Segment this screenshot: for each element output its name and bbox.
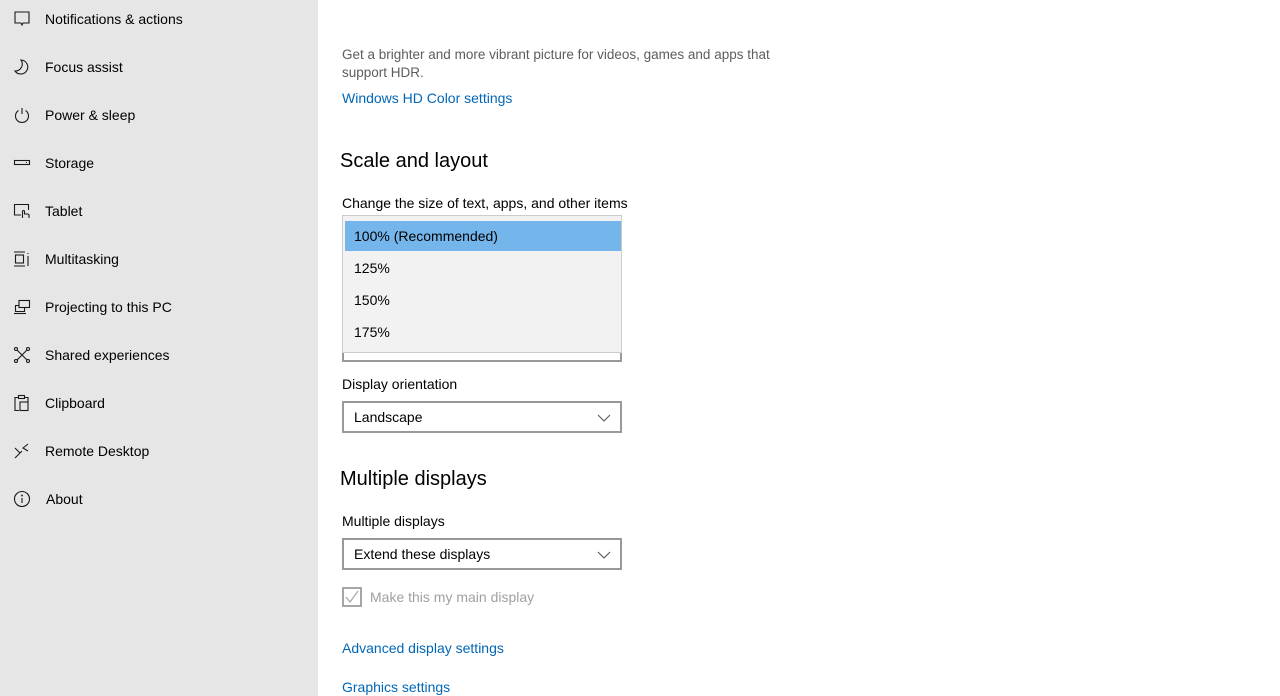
tablet-icon xyxy=(13,202,31,220)
multiple-displays-heading: Multiple displays xyxy=(340,468,487,490)
info-icon xyxy=(13,490,31,508)
sidebar-item-power-sleep[interactable]: Power & sleep xyxy=(0,91,318,139)
power-icon xyxy=(13,106,31,124)
checkmark-icon xyxy=(345,590,359,603)
sidebar-item-about[interactable]: About xyxy=(0,475,318,523)
clipboard-icon xyxy=(13,394,31,412)
sidebar-item-shared-experiences[interactable]: Shared experiences xyxy=(0,331,318,379)
moon-icon xyxy=(13,58,31,76)
main-display-checkbox-label: Make this my main display xyxy=(370,589,535,605)
sidebar-item-label: Projecting to this PC xyxy=(45,299,172,315)
chevron-down-icon xyxy=(597,548,611,560)
multitasking-icon xyxy=(13,250,31,268)
sidebar-nav: Notifications & actions Focus assist Pow… xyxy=(0,0,318,696)
orientation-value: Landscape xyxy=(354,409,423,425)
scale-option-125[interactable]: 125% xyxy=(345,253,621,283)
scale-option-175[interactable]: 175% xyxy=(345,317,621,347)
orientation-select[interactable]: Landscape xyxy=(342,401,622,433)
orientation-label: Display orientation xyxy=(342,376,458,392)
main-display-checkbox[interactable] xyxy=(342,587,362,607)
sidebar-item-label: Remote Desktop xyxy=(45,443,150,459)
multiple-displays-value: Extend these displays xyxy=(354,546,491,562)
scale-label: Change the size of text, apps, and other… xyxy=(342,195,628,211)
sidebar-item-storage[interactable]: Storage xyxy=(0,139,318,187)
sidebar-item-label: Power & sleep xyxy=(45,107,136,123)
sidebar-item-remote-desktop[interactable]: Remote Desktop xyxy=(0,427,318,475)
sidebar-item-label: About xyxy=(46,491,83,507)
sidebar-item-tablet[interactable]: Tablet xyxy=(0,187,318,235)
hdr-description: Get a brighter and more vibrant picture … xyxy=(342,47,770,80)
sidebar-item-label: Multitasking xyxy=(45,251,119,267)
sidebar-item-label: Focus assist xyxy=(45,59,123,75)
sidebar-item-label: Clipboard xyxy=(45,395,105,411)
sidebar-item-projecting[interactable]: Projecting to this PC xyxy=(0,283,318,331)
chevron-down-icon xyxy=(597,411,611,423)
display-settings-pane: Get a brighter and more vibrant picture … xyxy=(318,0,1280,696)
sidebar-item-focus-assist[interactable]: Focus assist xyxy=(0,43,318,91)
storage-icon xyxy=(13,154,31,172)
remote-desktop-icon xyxy=(13,442,31,460)
scale-dropdown-list: 100% (Recommended) 125% 150% 175% xyxy=(342,215,622,353)
hd-color-settings-link[interactable]: Windows HD Color settings xyxy=(342,90,512,106)
graphics-settings-link[interactable]: Graphics settings xyxy=(342,679,450,695)
projecting-icon xyxy=(13,298,31,316)
sidebar-item-label: Tablet xyxy=(45,203,83,219)
scale-option-150[interactable]: 150% xyxy=(345,285,621,315)
main-display-checkbox-row: Make this my main display xyxy=(342,587,534,607)
sidebar-item-label: Notifications & actions xyxy=(45,11,183,27)
scale-layout-heading: Scale and layout xyxy=(340,150,488,172)
sidebar-item-label: Storage xyxy=(45,155,95,171)
multiple-displays-label: Multiple displays xyxy=(342,513,445,529)
sidebar-item-label: Shared experiences xyxy=(45,347,170,363)
sidebar-item-multitasking[interactable]: Multitasking xyxy=(0,235,318,283)
advanced-display-settings-link[interactable]: Advanced display settings xyxy=(342,640,504,656)
scale-option-100[interactable]: 100% (Recommended) xyxy=(345,221,621,251)
shared-experiences-icon xyxy=(13,346,31,364)
multiple-displays-select[interactable]: Extend these displays xyxy=(342,538,622,570)
sidebar-item-clipboard[interactable]: Clipboard xyxy=(0,379,318,427)
sidebar-item-notifications[interactable]: Notifications & actions xyxy=(0,0,318,43)
notification-icon xyxy=(13,10,31,28)
